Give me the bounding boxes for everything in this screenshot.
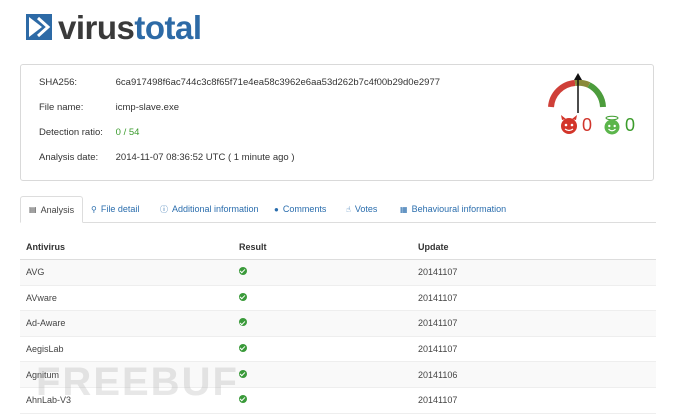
antivirus-name: AhnLab-V3 bbox=[26, 395, 72, 406]
antivirus-name: AVG bbox=[26, 267, 45, 278]
update-date: 20141107 bbox=[418, 267, 458, 278]
detection-ratio-row: Detection ratio: 0 / 54 bbox=[39, 127, 139, 138]
film-icon: ▦ bbox=[400, 204, 408, 214]
clean-check-icon bbox=[239, 344, 247, 353]
virustotal-logo-icon bbox=[26, 14, 52, 40]
logo-text: virustotal bbox=[58, 11, 202, 44]
filename-label: File name: bbox=[39, 102, 84, 113]
antivirus-name: AegisLab bbox=[26, 344, 64, 355]
virustotal-logo[interactable]: virustotal bbox=[24, 10, 202, 44]
tab-votes-label: Votes bbox=[354, 204, 378, 214]
filename-row: File name: icmp-slave.exe bbox=[39, 102, 179, 113]
table-header: Antivirus Result Update bbox=[20, 235, 656, 260]
table-row: AhnLab-V3 20141107 bbox=[20, 388, 656, 414]
tab-comments-label: Comments bbox=[282, 204, 327, 214]
magnifier-icon: ⚲ bbox=[91, 204, 97, 214]
clean-check-icon bbox=[239, 395, 247, 404]
antivirus-name: Agnitum bbox=[26, 369, 60, 380]
tab-behavioural-information-label: Behavioural information bbox=[411, 204, 507, 214]
filename-value: icmp-slave.exe bbox=[115, 102, 179, 113]
analysis-date-value: 2014-11-07 08:36:52 UTC ( 1 minute ago ) bbox=[115, 152, 295, 163]
antivirus-name: AVware bbox=[26, 292, 57, 303]
column-result[interactable]: Result bbox=[235, 242, 418, 252]
table-row: AVG 20141107 bbox=[20, 260, 656, 286]
report-tabs: ▤ Analysis ⚲ File detail ⓘ Additional in… bbox=[20, 196, 656, 223]
info-icon: ⓘ bbox=[160, 204, 168, 214]
tab-additional-information[interactable]: ⓘ Additional information bbox=[152, 196, 267, 222]
community-votes: 0 0 bbox=[559, 115, 635, 135]
clean-check-icon bbox=[239, 318, 247, 327]
update-date: 20141107 bbox=[418, 318, 458, 329]
clean-check-icon bbox=[239, 369, 247, 378]
analysis-date-label: Analysis date: bbox=[39, 152, 99, 163]
analysis-date-row: Analysis date: 2014-11-07 08:36:52 UTC (… bbox=[39, 152, 295, 163]
tab-file-detail[interactable]: ⚲ File detail bbox=[83, 196, 147, 222]
angel-face-icon[interactable] bbox=[602, 115, 622, 135]
comment-icon: ● bbox=[274, 204, 279, 214]
update-date: 20141107 bbox=[418, 395, 458, 406]
update-date: 20141107 bbox=[418, 344, 458, 355]
tab-analysis[interactable]: ▤ Analysis bbox=[20, 196, 84, 223]
file-summary-panel: SHA256: 6ca917498f6ac744c3c8f65f71e4ea58… bbox=[20, 64, 654, 181]
tab-behavioural-information[interactable]: ▦ Behavioural information bbox=[392, 196, 514, 222]
column-antivirus[interactable]: Antivirus bbox=[20, 242, 235, 252]
harmless-votes-count: 0 bbox=[624, 115, 635, 135]
update-date: 20141107 bbox=[418, 292, 458, 303]
tab-file-detail-label: File detail bbox=[100, 204, 140, 214]
tab-comments[interactable]: ● Comments bbox=[266, 196, 334, 222]
logo-text-total: total bbox=[134, 8, 202, 46]
clean-check-icon bbox=[239, 267, 247, 276]
antivirus-name: Ad-Aware bbox=[26, 318, 66, 329]
sha256-value: 6ca917498f6ac744c3c8f65f71e4ea58c3962e6a… bbox=[115, 77, 441, 88]
evil-face-icon[interactable] bbox=[559, 115, 579, 135]
av-results-table: Antivirus Result Update AVG 20141107 AVw… bbox=[20, 235, 656, 414]
thumbs-icon: ☝ bbox=[346, 204, 351, 214]
detection-ratio-label: Detection ratio: bbox=[39, 127, 103, 138]
table-row: AVware 20141107 bbox=[20, 286, 656, 312]
malicious-votes-count: 0 bbox=[581, 115, 592, 135]
table-icon: ▤ bbox=[29, 205, 37, 214]
tab-analysis-label: Analysis bbox=[40, 204, 75, 215]
tab-additional-information-label: Additional information bbox=[172, 204, 259, 214]
table-row: Ad-Aware 20141107 bbox=[20, 311, 656, 337]
sha256-row: SHA256: 6ca917498f6ac744c3c8f65f71e4ea58… bbox=[39, 77, 440, 88]
clean-check-icon bbox=[239, 292, 247, 301]
update-date: 20141106 bbox=[418, 369, 458, 380]
sha256-label: SHA256: bbox=[39, 77, 78, 88]
tab-votes[interactable]: ☝ Votes bbox=[338, 196, 385, 222]
table-row: AegisLab 20141107 bbox=[20, 337, 656, 363]
detection-ratio-value: 0 / 54 bbox=[115, 127, 140, 138]
column-update[interactable]: Update bbox=[418, 242, 618, 252]
logo-text-virus: virus bbox=[58, 8, 135, 46]
table-row: Agnitum 20141106 bbox=[20, 362, 656, 388]
